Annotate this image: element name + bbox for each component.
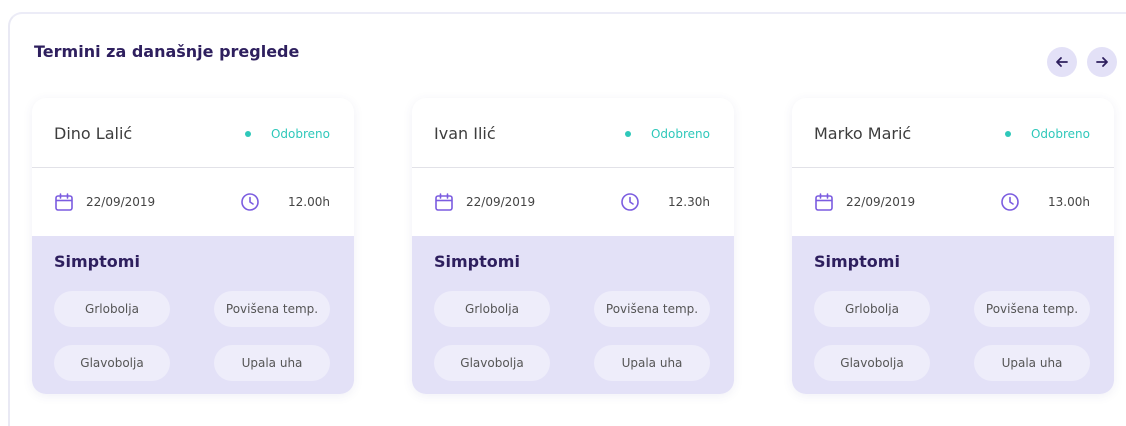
status-badge: Odobreno [244,127,330,141]
card-header: Marko Marić Odobreno [792,98,1114,168]
arrow-left-icon [1056,57,1068,67]
appointment-card[interactable]: Dino Lalić Odobreno 22/09/2019 12.00h Si… [32,98,354,394]
symptom-chip: Povišena temp. [214,291,330,327]
card-meta: 22/09/2019 12.00h [32,168,354,236]
appointments-panel: Termini za današnje preglede Dino Lalić … [8,12,1126,426]
symptoms-section: Simptomi Grlobolja Povišena temp. Glavob… [412,236,734,394]
clock-icon [241,193,259,211]
card-header: Dino Lalić Odobreno [32,98,354,168]
arrow-right-icon [1096,57,1108,67]
symptom-chip: Upala uha [974,345,1090,381]
symptom-chip: Povišena temp. [974,291,1090,327]
symptom-chip: Glavobolja [54,345,170,381]
appointment-time: 12.30h [668,195,710,209]
status-label: Odobreno [1030,127,1090,141]
appointment-date: 22/09/2019 [466,195,536,209]
symptom-chip: Grlobolja [814,291,930,327]
patient-name: Dino Lalić [54,124,133,143]
symptoms-title: Simptomi [814,252,900,271]
symptoms-section: Simptomi Grlobolja Povišena temp. Glavob… [32,236,354,394]
clock-icon [621,193,639,211]
prev-button[interactable] [1047,47,1077,77]
calendar-icon [435,193,453,211]
appointment-time: 13.00h [1048,195,1090,209]
symptom-chip: Glavobolja [434,345,550,381]
card-meta: 22/09/2019 13.00h [792,168,1114,236]
appointment-card[interactable]: Ivan Ilić Odobreno 22/09/2019 12.30h Sim… [412,98,734,394]
status-label: Odobreno [270,127,330,141]
clock-icon [1001,193,1019,211]
patient-name: Marko Marić [814,124,912,143]
appointment-date: 22/09/2019 [86,195,156,209]
status-dot-icon [1004,131,1011,137]
symptom-chip: Glavobolja [814,345,930,381]
calendar-icon [55,193,73,211]
next-button[interactable] [1087,47,1117,77]
calendar-icon [815,193,833,211]
appointment-time: 12.00h [288,195,330,209]
appointment-date: 22/09/2019 [846,195,916,209]
symptoms-section: Simptomi Grlobolja Povišena temp. Glavob… [792,236,1114,394]
patient-name: Ivan Ilić [434,124,496,143]
symptom-chip: Upala uha [594,345,710,381]
card-meta: 22/09/2019 12.30h [412,168,734,236]
symptoms-title: Simptomi [434,252,520,271]
symptoms-title: Simptomi [54,252,140,271]
status-badge: Odobreno [1004,127,1090,141]
status-dot-icon [244,131,251,137]
appointment-card[interactable]: Marko Marić Odobreno 22/09/2019 13.00h S… [792,98,1114,394]
status-dot-icon [624,131,631,137]
symptom-chip: Grlobolja [54,291,170,327]
symptom-chip: Povišena temp. [594,291,710,327]
card-header: Ivan Ilić Odobreno [412,98,734,168]
status-badge: Odobreno [624,127,710,141]
symptom-chip: Upala uha [214,345,330,381]
status-label: Odobreno [650,127,710,141]
symptom-chip: Grlobolja [434,291,550,327]
panel-title: Termini za današnje preglede [34,42,300,61]
